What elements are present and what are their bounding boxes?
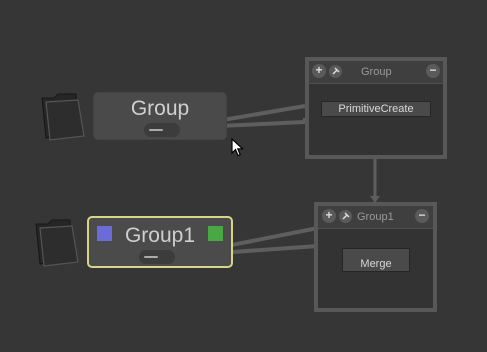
output-port-swatch[interactable]	[208, 226, 223, 241]
inner-node[interactable]: PrimitiveCreate	[321, 101, 431, 117]
pin-icon[interactable]	[329, 65, 342, 78]
panel-header[interactable]: + Group −	[309, 61, 443, 84]
add-button[interactable]: +	[312, 64, 326, 78]
folder-icon	[35, 219, 79, 267]
node-toggle[interactable]	[144, 123, 180, 137]
group-panel[interactable]: + Group1 − Merge	[314, 202, 437, 312]
node-title: Group	[130, 97, 190, 120]
panel-header[interactable]: + Group1 −	[318, 206, 433, 229]
pin-icon[interactable]	[339, 210, 352, 223]
group-panel[interactable]: + Group − PrimitiveCreate	[305, 57, 447, 159]
node-toggle[interactable]	[139, 250, 175, 264]
collapse-button[interactable]: −	[426, 64, 440, 78]
folder-icon	[41, 93, 85, 141]
group-node[interactable]: Group	[93, 92, 227, 140]
panel-title: Group1	[357, 211, 394, 223]
inner-node[interactable]: Merge	[342, 248, 410, 272]
panel-title: Group	[361, 66, 392, 78]
add-button[interactable]: +	[322, 209, 336, 223]
group-node-selected[interactable]: Group1	[87, 216, 233, 268]
mouse-cursor-icon	[231, 138, 245, 157]
collapse-button[interactable]: −	[415, 209, 429, 223]
